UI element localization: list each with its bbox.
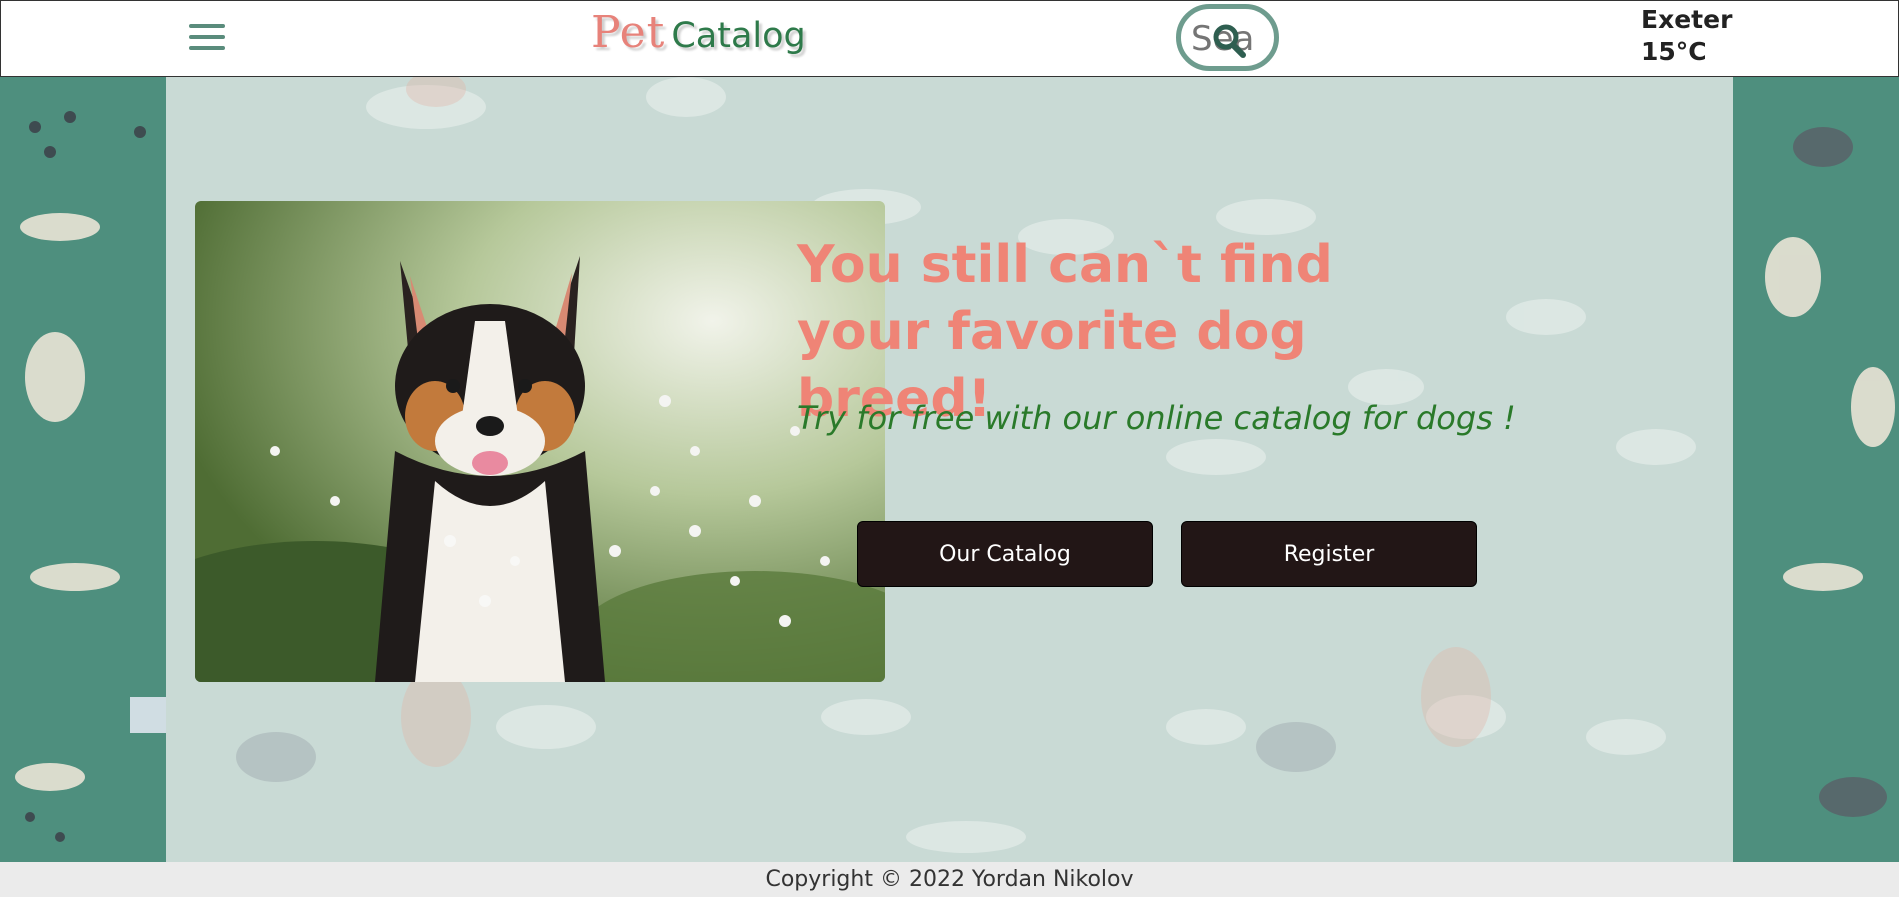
- weather-city: Exeter: [1641, 5, 1733, 34]
- copyright-text: Copyright © 2022 Yordan Nikolov: [765, 867, 1134, 892]
- search-input[interactable]: [1191, 21, 1271, 57]
- hamburger-icon[interactable]: [189, 24, 225, 54]
- hero-tagline: Try for free with our online catalog for…: [797, 399, 1516, 437]
- weather-temperature: 15°C: [1641, 37, 1707, 66]
- search-box[interactable]: [1176, 4, 1279, 71]
- weather-widget: Exeter 15°C: [1641, 4, 1732, 68]
- hero-section: You still can`t find your favorite dog b…: [0, 77, 1899, 862]
- register-button[interactable]: Register: [1181, 521, 1477, 587]
- dog-photo: [195, 201, 885, 682]
- logo-pet-text: Pet: [591, 7, 666, 58]
- site-footer: Copyright © 2022 Yordan Nikolov: [0, 862, 1899, 897]
- hero-dog-image: [195, 201, 885, 682]
- site-header: PetCatalog Exeter 15°C: [0, 0, 1899, 77]
- logo-catalog-text: Catalog: [671, 16, 806, 56]
- side-pattern-right: [1765, 127, 1895, 817]
- site-logo[interactable]: Pet Catalog: [591, 7, 806, 61]
- side-pattern-left: [15, 111, 166, 842]
- our-catalog-button[interactable]: Our Catalog: [857, 521, 1153, 587]
